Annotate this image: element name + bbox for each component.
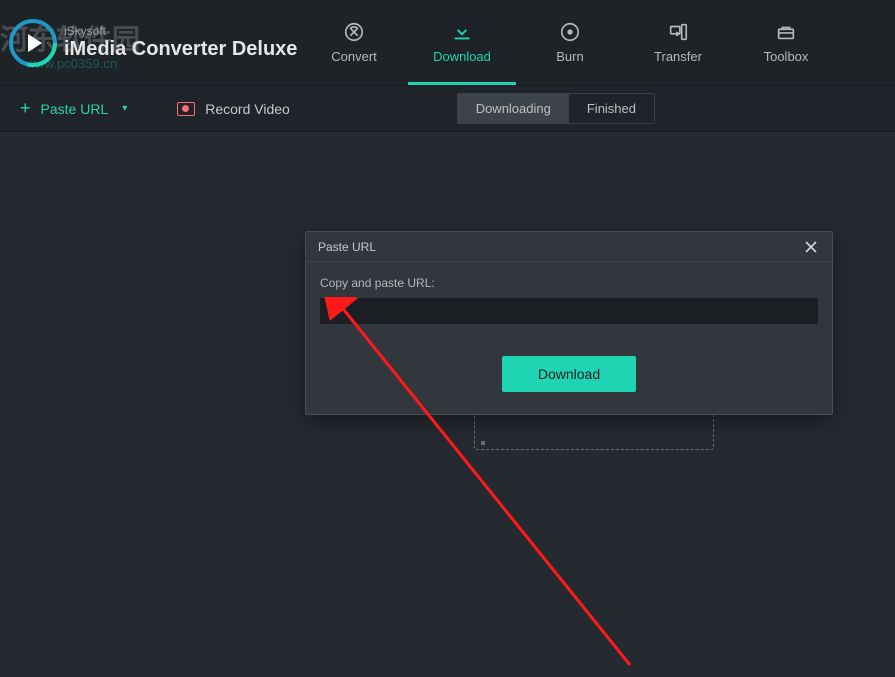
plus-icon: + <box>20 98 31 119</box>
segment-downloading[interactable]: Downloading <box>458 94 569 123</box>
tab-label: Download <box>433 49 491 64</box>
tab-label: Toolbox <box>764 49 809 64</box>
dialog-label: Copy and paste URL: <box>320 276 818 290</box>
header: 河东软件园 www.pc0359.cn iSkysoft iMedia Conv… <box>0 0 895 86</box>
tab-download[interactable]: Download <box>408 0 516 85</box>
close-icon[interactable] <box>802 238 820 256</box>
chevron-down-icon: ▾ <box>122 103 127 114</box>
brand: 河东软件园 www.pc0359.cn iSkysoft iMedia Conv… <box>0 18 300 68</box>
brand-main: iMedia Converter Deluxe <box>64 38 297 61</box>
segment-finished[interactable]: Finished <box>569 94 654 123</box>
paste-url-label: Paste URL <box>41 101 109 117</box>
tab-label: Convert <box>331 49 377 64</box>
paste-url-dialog: Paste URL Copy and paste URL: Download <box>305 231 833 415</box>
dialog-title: Paste URL <box>318 240 376 254</box>
url-input[interactable] <box>320 298 818 324</box>
tab-label: Transfer <box>654 49 702 64</box>
download-button[interactable]: Download <box>502 356 636 392</box>
toolbar: + Paste URL ▾ Record Video Downloading F… <box>0 86 895 132</box>
tab-transfer[interactable]: Transfer <box>624 0 732 85</box>
tab-toolbox[interactable]: Toolbox <box>732 0 840 85</box>
brand-sub: iSkysoft <box>64 24 297 38</box>
segment-control: Downloading Finished <box>457 93 655 124</box>
tab-burn[interactable]: Burn <box>516 0 624 85</box>
paste-url-button[interactable]: + Paste URL ▾ <box>20 98 127 119</box>
brand-logo-icon <box>8 18 58 68</box>
tabs: Convert Download Burn Transfer Toolbox <box>300 0 895 85</box>
record-icon <box>177 102 195 116</box>
tab-label: Burn <box>556 49 583 64</box>
tab-convert[interactable]: Convert <box>300 0 408 85</box>
content-area: Paste URL Copy and paste URL: Download <box>0 132 895 541</box>
record-video-button[interactable]: Record Video <box>177 101 290 117</box>
record-video-label: Record Video <box>205 101 290 117</box>
